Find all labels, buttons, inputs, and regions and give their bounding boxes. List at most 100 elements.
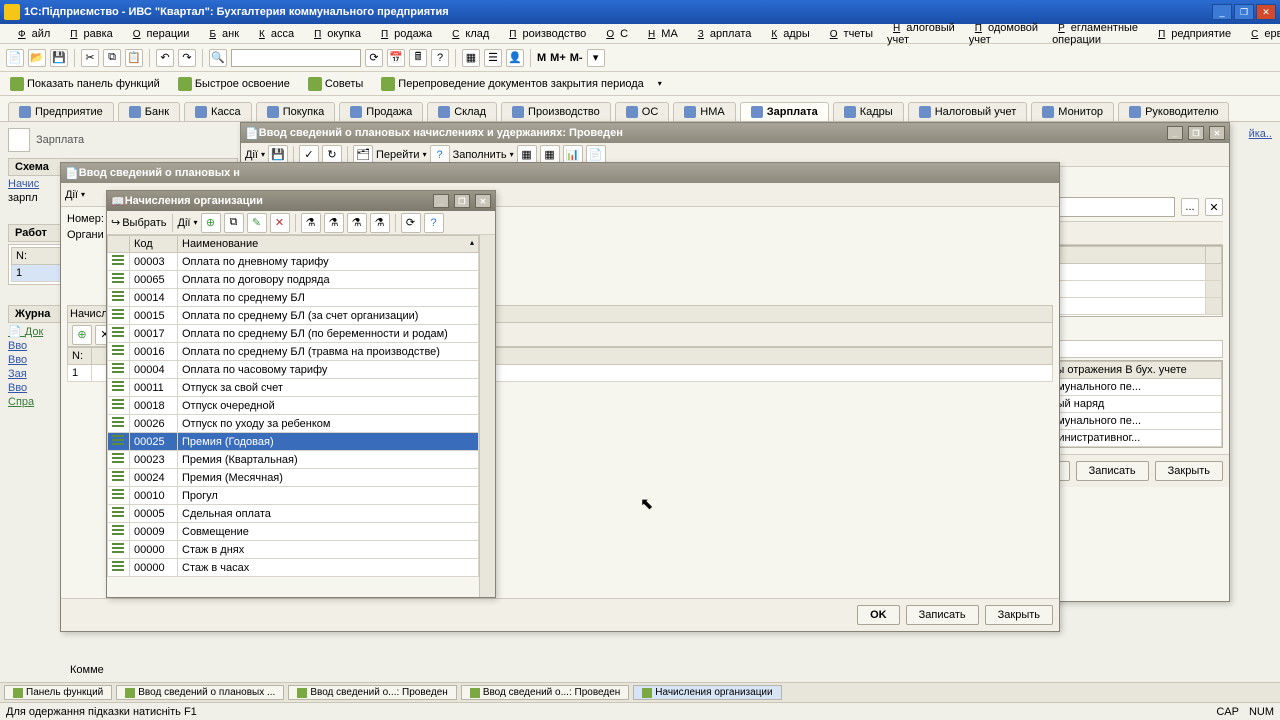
col-name[interactable]: Наименование ▴ <box>178 236 479 253</box>
catalog-row[interactable]: 00023Премия (Квартальная) <box>108 451 479 469</box>
navtab-банк[interactable]: Банк <box>118 102 180 121</box>
menu-склад[interactable]: Склад <box>440 26 495 42</box>
catalog-row[interactable]: 00025Премия (Годовая) <box>108 433 479 451</box>
task-item[interactable]: Начисления организации <box>633 685 781 700</box>
catalog-max-icon[interactable]: ❐ <box>454 194 470 208</box>
save-button[interactable]: Записать <box>1076 461 1149 481</box>
open-icon[interactable]: 📂 <box>28 49 46 67</box>
grid-icon[interactable]: ▦ <box>462 49 480 67</box>
refresh-icon[interactable]: ⟳ <box>365 49 383 67</box>
fill-menu[interactable]: Заполнить <box>453 149 507 161</box>
catalog-row[interactable]: 00004Оплата по часовому тарифу <box>108 361 479 379</box>
save-icon[interactable]: 💾 <box>50 49 68 67</box>
user-icon[interactable]: 👤 <box>506 49 524 67</box>
catalog-row[interactable]: 00065Оплата по договору подряда <box>108 271 479 289</box>
add-item-icon[interactable]: ⊕ <box>201 213 221 233</box>
filter1-icon[interactable]: ⚗ <box>301 213 321 233</box>
catalog-actions[interactable]: Дії <box>178 217 191 229</box>
navtab-нма[interactable]: НМА <box>673 102 735 121</box>
menu-отчеты[interactable]: Отчеты <box>818 26 879 42</box>
catalog-close-icon[interactable]: ✕ <box>475 194 491 208</box>
task-item[interactable]: Ввод сведений о...: Проведен <box>288 685 456 700</box>
task-item[interactable]: Ввод сведений о...: Проведен <box>461 685 629 700</box>
close-button[interactable]: ✕ <box>1256 4 1276 20</box>
menu-покупка[interactable]: Покупка <box>302 26 367 42</box>
inner-close-button[interactable]: Закрыть <box>985 605 1053 625</box>
catalog-row[interactable]: 00010Прогул <box>108 487 479 505</box>
refresh-list-icon[interactable]: ⟳ <box>401 213 421 233</box>
navtab-касса[interactable]: Касса <box>184 102 252 121</box>
add-icon[interactable]: ⊕ <box>72 325 92 345</box>
filter2-icon[interactable]: ⚗ <box>324 213 344 233</box>
catalog-row[interactable]: 00015Оплата по среднему БЛ (за счет орга… <box>108 307 479 325</box>
menu-касса[interactable]: Касса <box>247 26 300 42</box>
catalog-row[interactable]: 00005Сдельная оплата <box>108 505 479 523</box>
search-input[interactable] <box>231 49 361 67</box>
mdi-minimize-icon[interactable]: _ <box>1167 126 1183 140</box>
navtab-продажа[interactable]: Продажа <box>339 102 423 121</box>
menu-кадры[interactable]: Кадры <box>759 26 815 42</box>
navtab-налоговый учет[interactable]: Налоговый учет <box>908 102 1028 121</box>
menu-продажа[interactable]: Продажа <box>369 26 438 42</box>
quick-показать[interactable]: Показать панель функций <box>6 75 164 93</box>
catalog-row[interactable]: 00000Стаж в часах <box>108 559 479 577</box>
new-doc-icon[interactable]: 📄 <box>6 49 24 67</box>
setup-link[interactable]: йка.. <box>1249 128 1272 140</box>
catalog-row[interactable]: 00018Отпуск очередной <box>108 397 479 415</box>
menu-регламентные операции[interactable]: Регламентные операции <box>1046 20 1144 48</box>
actions-menu[interactable]: Дії <box>245 149 258 161</box>
resp-picker-icon[interactable]: ... <box>1181 198 1199 216</box>
delete-item-icon[interactable]: ✕ <box>270 213 290 233</box>
search-icon[interactable]: 🔍 <box>209 49 227 67</box>
navtab-зарплата[interactable]: Зарплата <box>740 102 829 121</box>
calendar-icon[interactable]: 📅 <box>387 49 405 67</box>
inner-save-button[interactable]: Записать <box>906 605 979 625</box>
catalog-row[interactable]: 00000Стаж в днях <box>108 541 479 559</box>
navtab-склад[interactable]: Склад <box>427 102 497 121</box>
dropdown-icon[interactable]: ▾ <box>587 49 605 67</box>
catalog-row[interactable]: 00003Оплата по дневному тарифу <box>108 253 479 271</box>
inner-row-1[interactable]: 1 <box>68 365 92 382</box>
paste-icon[interactable]: 📋 <box>125 49 143 67</box>
filter3-icon[interactable]: ⚗ <box>347 213 367 233</box>
list-icon[interactable]: ☰ <box>484 49 502 67</box>
restore-button[interactable]: ❐ <box>1234 4 1254 20</box>
menu-операции[interactable]: Операции <box>121 26 196 42</box>
menu-налоговый учет[interactable]: Налоговый учет <box>881 20 961 48</box>
menu-нма[interactable]: НМА <box>636 26 684 42</box>
catalog-row[interactable]: 00011Отпуск за свой счет <box>108 379 479 397</box>
menu-ос[interactable]: ОС <box>594 26 634 42</box>
help-list-icon[interactable]: ? <box>424 213 444 233</box>
catalog-row[interactable]: 00024Премия (Месячная) <box>108 469 479 487</box>
m-button[interactable]: M <box>537 52 546 64</box>
quick-советы[interactable]: Советы <box>304 75 367 93</box>
close-button[interactable]: Закрыть <box>1155 461 1223 481</box>
filter-clear-icon[interactable]: ⚗ <box>370 213 390 233</box>
mdi-catalog-titlebar[interactable]: 📖 Начисления организации _ ❐ ✕ <box>107 191 495 211</box>
catalog-min-icon[interactable]: _ <box>433 194 449 208</box>
menu-производство[interactable]: Производство <box>497 26 592 42</box>
m-plus-button[interactable]: M+ <box>550 52 566 64</box>
inner-ok-button[interactable]: OK <box>857 605 900 625</box>
help-icon[interactable]: ? <box>431 49 449 67</box>
navtab-монитор[interactable]: Монитор <box>1031 102 1114 121</box>
minimize-button[interactable]: _ <box>1212 4 1232 20</box>
quick-быстрое[interactable]: Быстрое освоение <box>174 75 294 93</box>
catalog-scrollbar[interactable] <box>479 235 495 597</box>
resp-clear-icon[interactable]: ✕ <box>1205 198 1223 216</box>
navtab-предприятие[interactable]: Предприятие <box>8 102 114 121</box>
calc-icon[interactable]: 🖩 <box>409 49 427 67</box>
catalog-row[interactable]: 00017Оплата по среднему БЛ (по беременно… <box>108 325 479 343</box>
mdi-main-titlebar[interactable]: 📄 Ввод сведений о плановых начислениях и… <box>241 123 1229 143</box>
menu-файл[interactable]: Файл <box>6 26 56 42</box>
catalog-row[interactable]: 00016Оплата по среднему БЛ (травма на пр… <box>108 343 479 361</box>
menu-сервис[interactable]: Сервис <box>1239 26 1280 42</box>
menu-подомовой учет[interactable]: Подомовой учет <box>963 20 1044 48</box>
navtab-производство[interactable]: Производство <box>501 102 611 121</box>
quick-перепроведение[interactable]: Перепроведение документов закрытия перио… <box>377 75 647 93</box>
undo-icon[interactable]: ↶ <box>156 49 174 67</box>
redo-icon[interactable]: ↷ <box>178 49 196 67</box>
select-button[interactable]: ↪ Выбрать <box>111 216 167 229</box>
menu-правка[interactable]: Правка <box>58 26 118 42</box>
inner-actions[interactable]: Дії <box>65 189 78 201</box>
